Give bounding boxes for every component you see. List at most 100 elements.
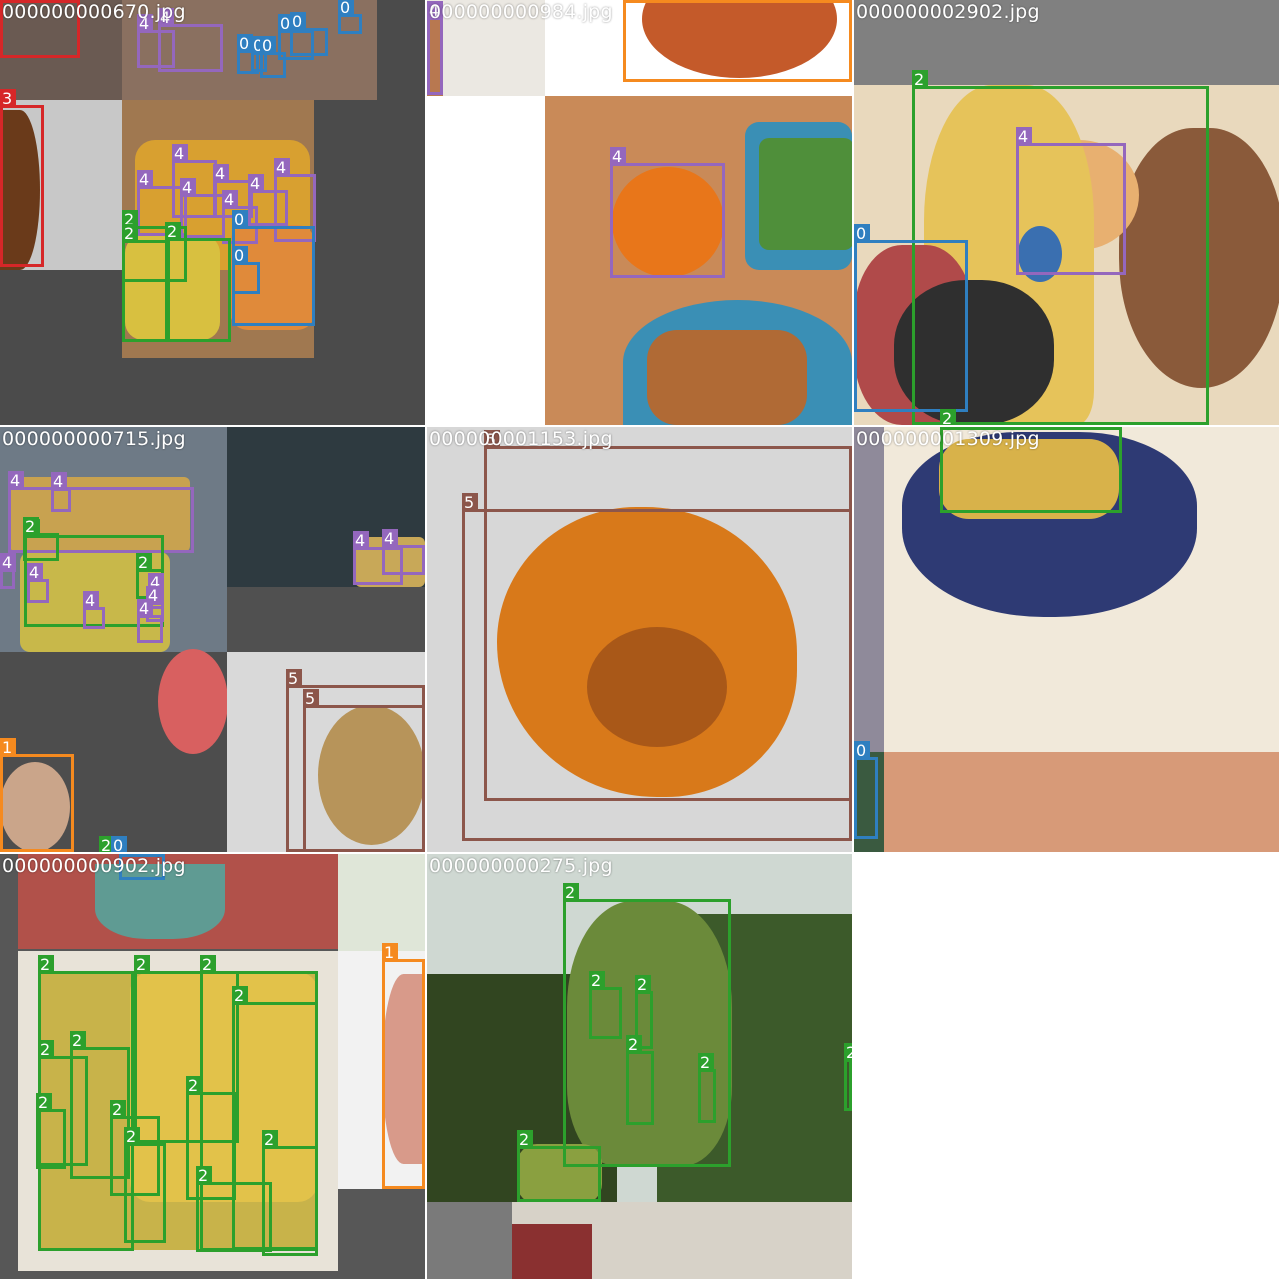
- image-region: [884, 752, 1279, 852]
- class-label: 0: [232, 210, 248, 229]
- image-region: [227, 587, 425, 652]
- class-label: 2: [124, 1127, 140, 1146]
- bounding-box: 2: [517, 1130, 601, 1202]
- bounding-box: 4: [0, 553, 16, 589]
- image-region: [647, 330, 807, 425]
- bounding-box: 2: [589, 971, 622, 1039]
- image-tile: 2 2 2 2 2 2 2 000000000275.jpg: [427, 854, 852, 1279]
- bounding-box: 4: [51, 472, 71, 512]
- tile-filename: 000000000670.jpg: [2, 1, 186, 23]
- image-region: [158, 649, 228, 754]
- class-label: 2: [698, 1053, 714, 1072]
- bounding-box: 4: [83, 591, 105, 629]
- grid-separator: [0, 852, 1280, 854]
- bounding-box: 2: [196, 1166, 272, 1252]
- bounding-box: 0: [854, 224, 968, 412]
- bounding-box: 2: [124, 1127, 166, 1243]
- tile-filename: 000000000902.jpg: [2, 855, 186, 877]
- bounding-box: 4: [158, 8, 223, 72]
- detection-mosaic: 3344000000444444400222000000000670.jpg41…: [0, 0, 1280, 1280]
- class-label: 1: [0, 738, 16, 757]
- class-label: 0: [854, 741, 870, 760]
- bounding-box: 5: [303, 689, 425, 852]
- class-label: 0: [111, 836, 127, 852]
- class-label: 0: [338, 0, 354, 17]
- class-label: 0: [290, 12, 306, 31]
- class-label: 2: [134, 955, 150, 974]
- bounding-box: 2: [23, 517, 59, 561]
- class-label: 2: [70, 1031, 86, 1050]
- class-label: 4: [137, 599, 153, 618]
- image-region: [759, 138, 852, 250]
- bounding-box: 2: [165, 222, 231, 342]
- bounding-box: 4: [610, 147, 725, 278]
- image-tile: 5 5 000000001153.jpg: [427, 427, 852, 852]
- class-label: 2: [200, 955, 216, 974]
- class-label: 4: [274, 158, 290, 177]
- bounding-box: 3: [0, 89, 44, 267]
- bounding-box: 1: [623, 0, 852, 82]
- class-label: 2: [626, 1035, 642, 1054]
- class-label: 2: [38, 955, 54, 974]
- image-tile: 2 4 0 2 000000002902.jpg: [854, 0, 1279, 425]
- bounding-box: 2: [844, 1043, 852, 1111]
- bounding-box: 4: [382, 529, 425, 575]
- class-label: 5: [462, 493, 478, 512]
- image-region: [512, 1224, 592, 1279]
- tile-filename: 000000000715.jpg: [2, 428, 186, 450]
- class-label: 2: [122, 224, 138, 243]
- bounding-box: 2: [122, 224, 170, 342]
- class-label: 2: [912, 70, 928, 89]
- grid-separator: [0, 425, 1280, 427]
- class-label: 3: [0, 89, 16, 108]
- tile-filename: 000000000275.jpg: [429, 855, 613, 877]
- class-label: 2: [23, 517, 39, 536]
- class-label: 4: [1016, 127, 1032, 146]
- class-label: 2: [262, 1130, 278, 1149]
- bounding-box: 4: [137, 599, 163, 643]
- class-label: 0: [232, 246, 248, 265]
- class-label: 5: [286, 669, 302, 688]
- bounding-box: 0: [290, 12, 328, 56]
- class-label: 2: [589, 971, 605, 990]
- class-label: 4: [8, 471, 24, 490]
- class-label: 0: [854, 224, 870, 243]
- class-label: 4: [382, 529, 398, 548]
- class-label: 4: [0, 553, 16, 572]
- bounding-box: 4: [427, 1, 443, 95]
- bounding-box: 4: [27, 563, 49, 603]
- class-label: 4: [137, 170, 153, 189]
- bounding-box: 0: [232, 246, 260, 294]
- class-label: 4: [27, 563, 43, 582]
- class-label: 4: [180, 178, 196, 197]
- class-label: 4: [222, 190, 238, 209]
- class-label: 2: [844, 1043, 852, 1062]
- tile-filename: 000000001153.jpg: [429, 428, 613, 450]
- bounding-box: 1: [0, 738, 74, 852]
- class-label: 2: [635, 975, 651, 994]
- grid-separator: [852, 0, 854, 1280]
- bounding-box: 5: [484, 430, 852, 801]
- class-label: 4: [83, 591, 99, 610]
- tile-filename: 000000000984.jpg: [429, 1, 613, 23]
- class-label: 4: [248, 174, 264, 193]
- class-label: 2: [38, 1040, 54, 1059]
- image-region: [338, 854, 425, 951]
- class-label: 4: [51, 472, 67, 491]
- class-label: 2: [136, 553, 152, 572]
- class-label: 2: [36, 1093, 52, 1112]
- bounding-box: 0: [854, 741, 878, 839]
- bounding-box: 2: [698, 1053, 716, 1123]
- image-tile: 442244424444415520000000000715.jpg: [0, 427, 425, 852]
- tile-filename: 000000001309.jpg: [856, 428, 1040, 450]
- class-label: 2: [517, 1130, 533, 1149]
- class-label: 1: [623, 0, 639, 3]
- image-tile: 20000000001309.jpg: [854, 427, 1279, 852]
- class-label: 2: [563, 883, 579, 902]
- class-label: 1: [382, 943, 398, 962]
- class-label: 4: [353, 531, 369, 550]
- image-tile: 414000000000984.jpg: [427, 0, 852, 425]
- class-label: 2: [196, 1166, 212, 1185]
- bounding-box: 2: [626, 1035, 654, 1125]
- grid-separator: [425, 0, 427, 1280]
